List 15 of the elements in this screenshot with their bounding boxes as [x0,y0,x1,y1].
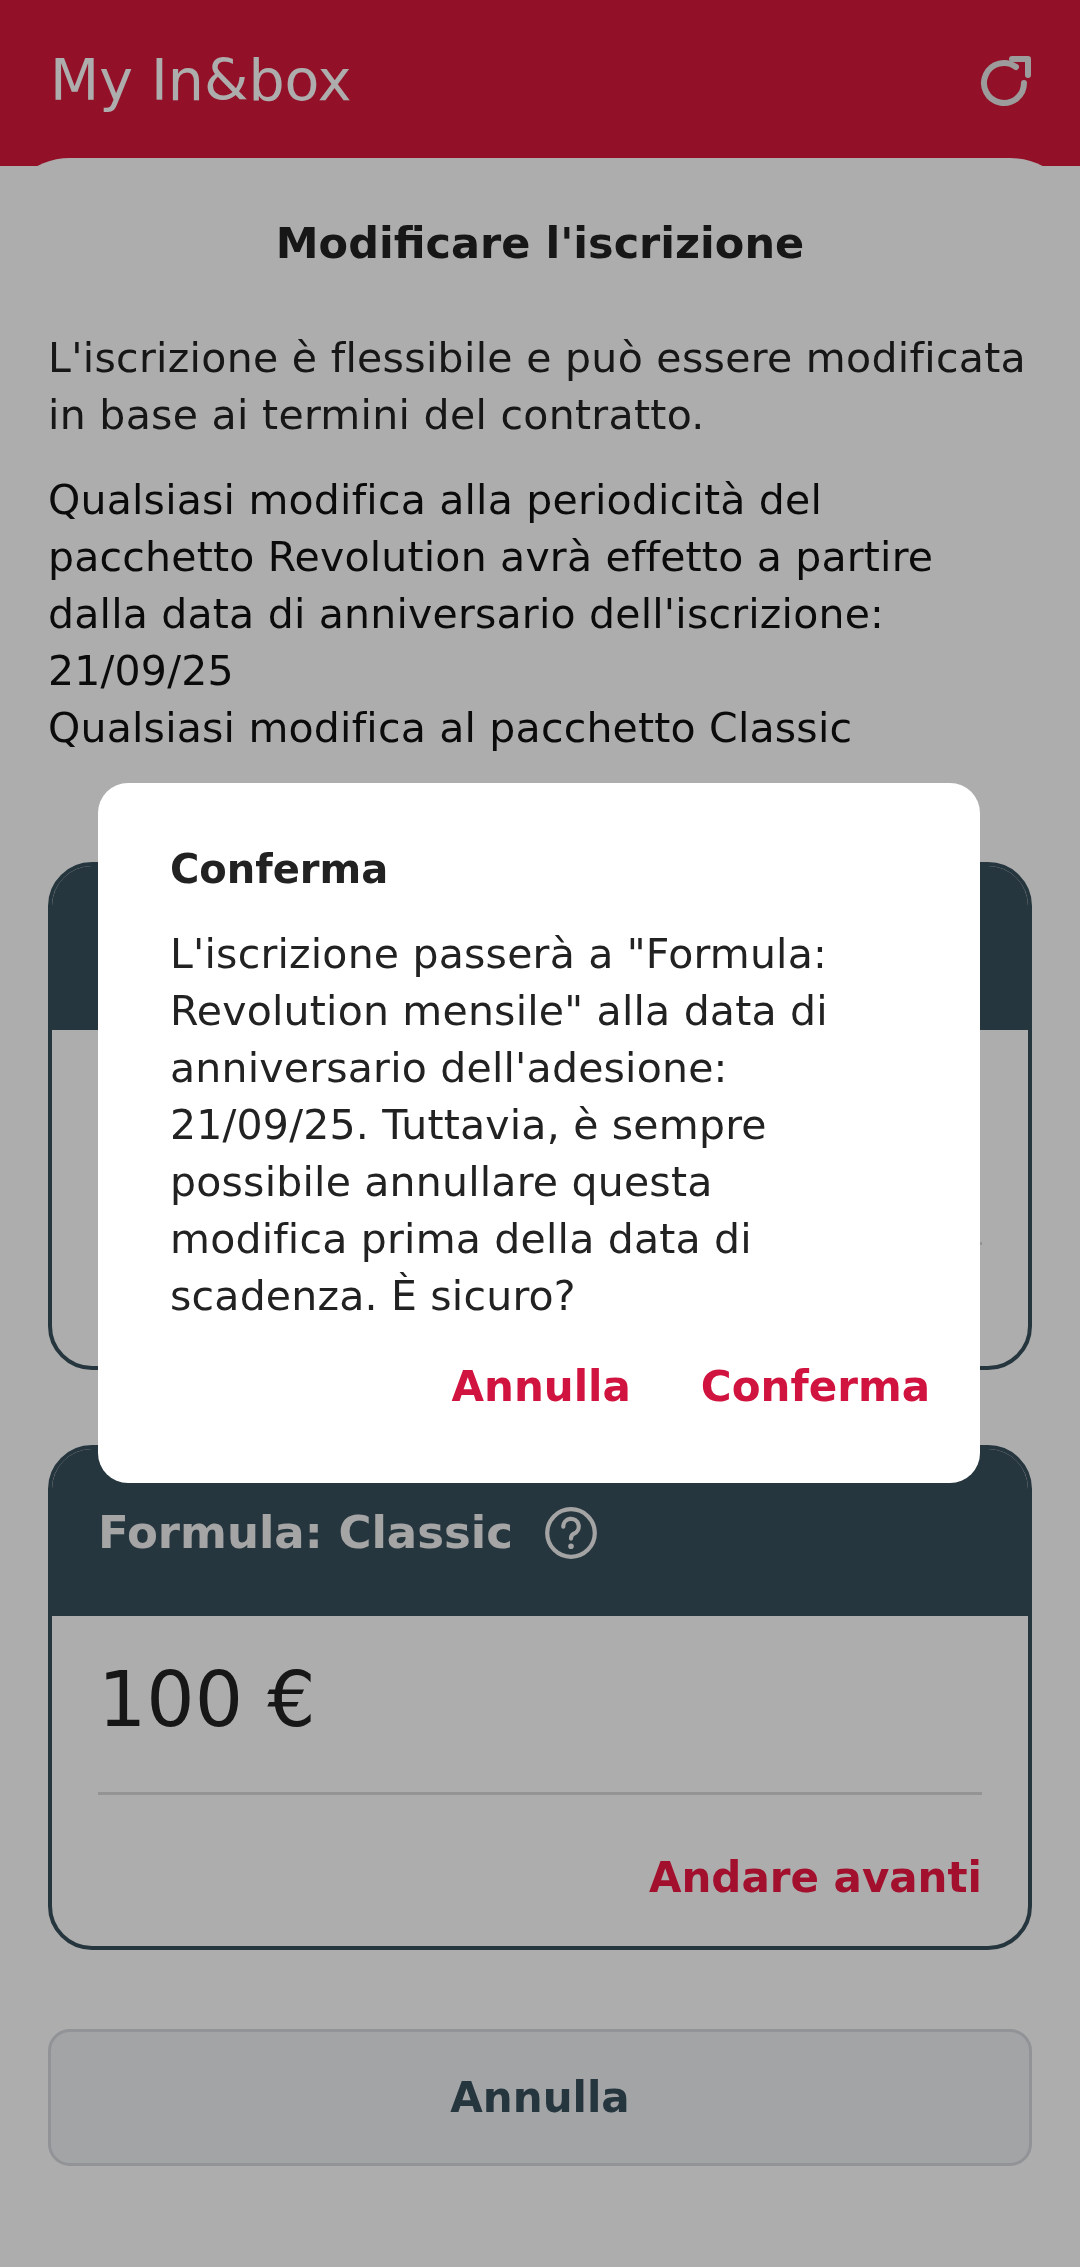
plan-title: Formula: Classic [98,1506,513,1559]
plan-price: 100 € [98,1654,317,1746]
cancel-button[interactable]: Annulla [48,2029,1032,2166]
sheet-title: Modificare l'iscrizione [274,218,806,268]
dialog-message: L'iscrizione passerà a "Formula: Revolution mensile" alla data di anniversario dell'adesione: 21/09/25. Tuttavia, è sempre possibile annullare questa modifica prima della data di scadenza. È sicuro? [170,929,829,1322]
intro-text: L'iscrizione è flessibile e può essere modificata in base ai termini del contratto. [48,333,1027,441]
dialog-confirm-button[interactable]: Conferma [700,1362,930,1411]
dialog-cancel-button[interactable]: Annulla [451,1362,631,1411]
dialog-title: Conferma [170,845,390,893]
app-title: My In&box [50,47,352,115]
continue-link[interactable]: Andare avanti [648,1853,982,1902]
help-icon[interactable] [542,1504,599,1561]
notice-text: Qualsiasi modifica alla periodicità del pacchetto Revolution avrà effetto a partire dalla data di anniversario dell'iscrizione: [48,475,935,640]
notice-text: Qualsiasi modifica al pacchetto Classic [48,703,854,754]
notice-text: 21/09/25 [48,646,235,697]
